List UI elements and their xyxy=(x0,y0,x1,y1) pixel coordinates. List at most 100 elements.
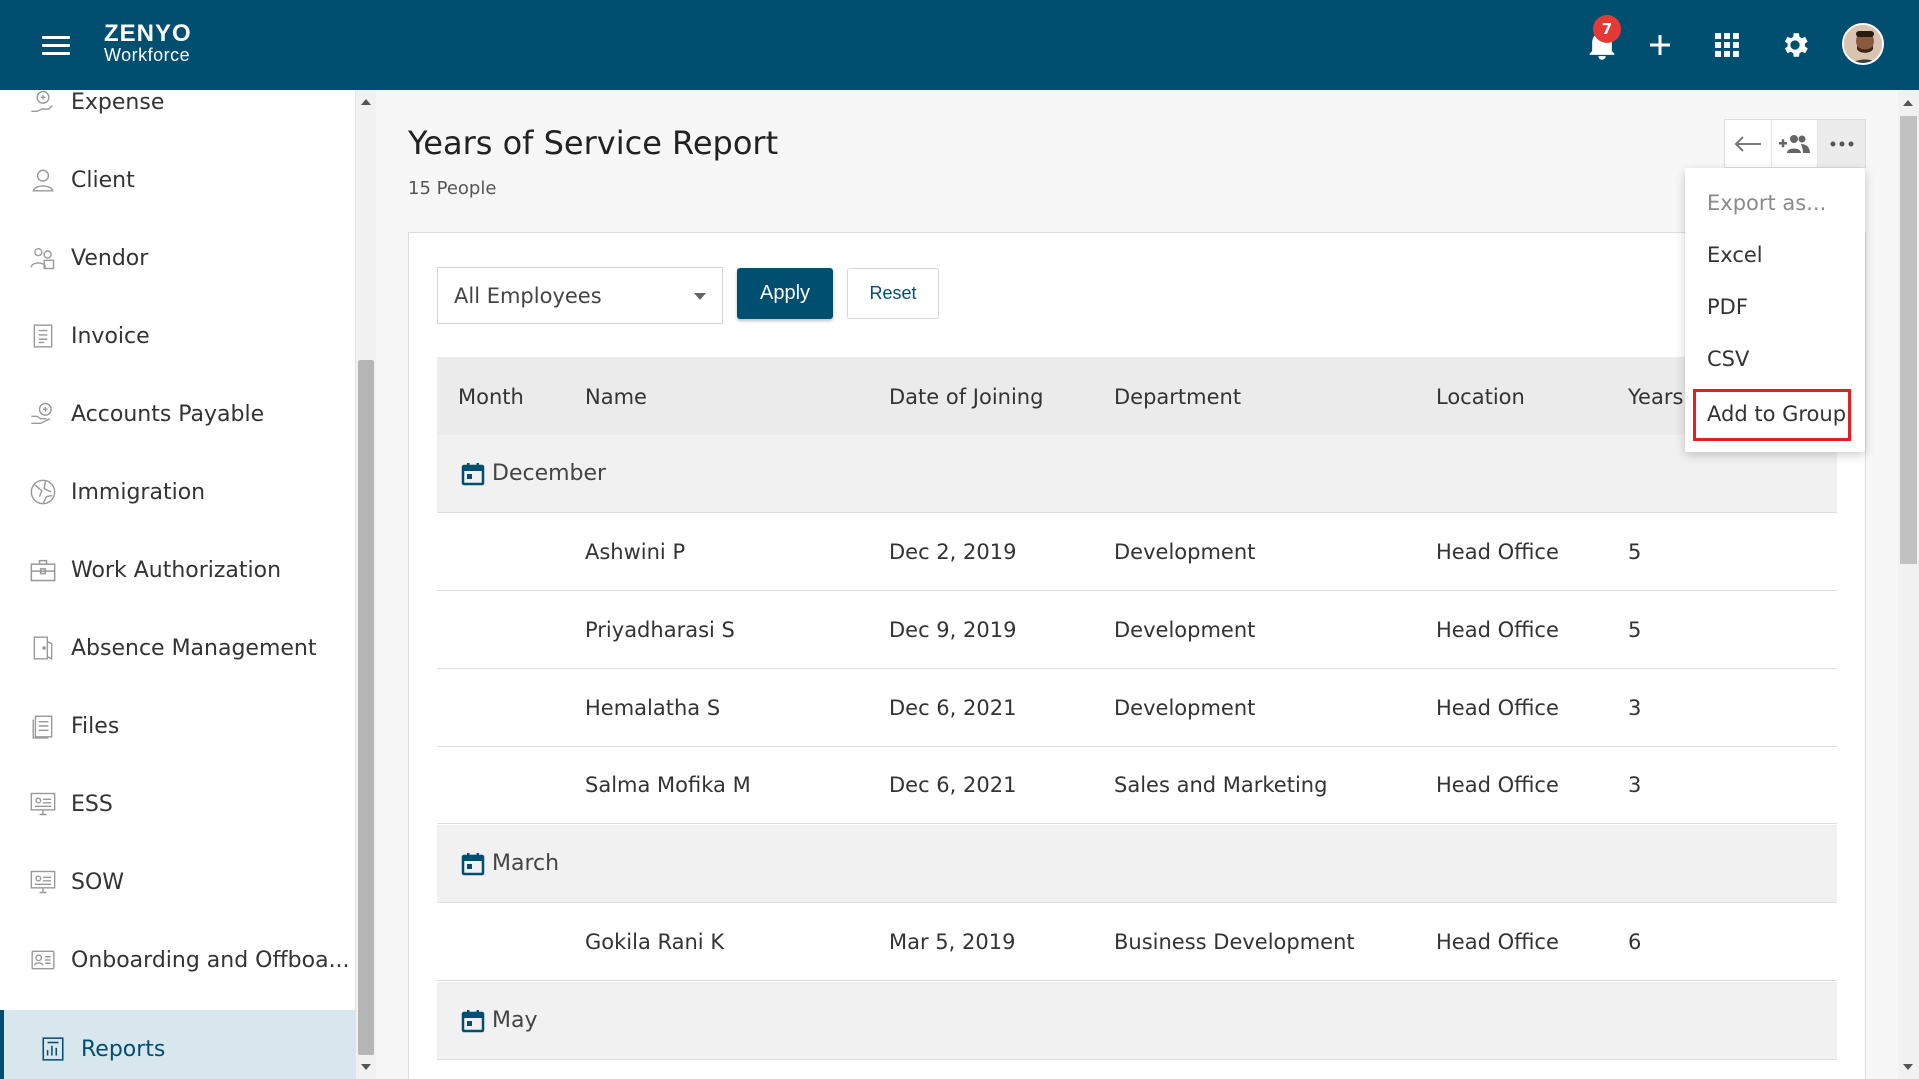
cell-department: Development xyxy=(1114,540,1256,564)
cell-department: Development xyxy=(1114,696,1256,720)
top-navigation-bar xyxy=(0,0,1919,90)
calendar-icon xyxy=(461,463,485,486)
sidebar-item-work-authorization[interactable]: Work Authorization xyxy=(0,531,355,609)
client-icon xyxy=(28,165,58,195)
cell-years: 5 xyxy=(1628,618,1642,642)
sidebar-item-label: Work Authorization xyxy=(71,557,282,583)
cell-date-of-joining: Mar 5, 2019 xyxy=(889,930,1016,954)
apps-grid-icon[interactable] xyxy=(1707,25,1747,65)
export-menu-header-label: Export as... xyxy=(1707,191,1827,215)
cell-location: Head Office xyxy=(1436,773,1559,797)
sidebar-item-onboarding[interactable]: Onboarding and Offboa... xyxy=(0,921,355,999)
month-group-row: March xyxy=(437,825,1837,903)
column-header-date-of-joining[interactable]: Date of Joining xyxy=(889,385,1043,409)
absence-management-icon xyxy=(28,633,58,663)
month-group-label: May xyxy=(492,1008,538,1033)
export-menu-header: Export as... xyxy=(1685,179,1865,229)
add-icon[interactable] xyxy=(1640,25,1680,65)
user-avatar[interactable] xyxy=(1842,23,1884,65)
sidebar-navigation: Expense Client Vendor Invoice Accounts P… xyxy=(0,90,356,1079)
add-to-group-option[interactable]: Add to Group xyxy=(1693,389,1851,441)
sidebar-item-files[interactable]: Files xyxy=(0,687,355,765)
menu-item-label: PDF xyxy=(1707,295,1748,319)
sidebar-item-label: ESS xyxy=(71,791,113,817)
cell-name: Hemalatha S xyxy=(585,696,721,720)
sidebar-scrollbar-thumb[interactable] xyxy=(358,360,374,1055)
sidebar-item-immigration[interactable]: Immigration xyxy=(0,453,355,531)
logo-text-product: Workforce xyxy=(104,45,191,65)
sidebar-item-sow[interactable]: SOW xyxy=(0,843,355,921)
sidebar-item-label: SOW xyxy=(71,869,125,895)
main-scroll-down-icon[interactable] xyxy=(1903,1064,1913,1070)
add-people-icon[interactable] xyxy=(1772,120,1819,167)
sidebar-item-label: Immigration xyxy=(71,479,206,505)
main-scrollbar-thumb[interactable] xyxy=(1900,116,1917,564)
sidebar-item-label: Onboarding and Offboa... xyxy=(71,947,350,973)
cell-name: Ashwini P xyxy=(585,540,686,564)
cell-date-of-joining: Dec 2, 2019 xyxy=(889,540,1017,564)
notification-count-badge: 7 xyxy=(1593,15,1621,43)
menu-item-label: Add to Group xyxy=(1707,402,1847,426)
reports-icon xyxy=(38,1034,68,1064)
month-group-label: December xyxy=(492,461,607,486)
sidebar-item-absence-management[interactable]: Absence Management xyxy=(0,609,355,687)
table-row[interactable]: Hemalatha S Dec 6, 2021 Development Head… xyxy=(437,670,1837,747)
cell-years: 3 xyxy=(1628,696,1642,720)
hamburger-menu-icon[interactable] xyxy=(42,36,70,56)
cell-location: Head Office xyxy=(1436,930,1559,954)
month-group-row: December xyxy=(437,435,1837,513)
export-pdf-option[interactable]: PDF xyxy=(1685,283,1865,333)
ess-icon xyxy=(28,789,58,819)
caret-down-icon xyxy=(694,293,706,300)
sidebar-scroll-up-icon[interactable] xyxy=(361,99,371,105)
sow-icon xyxy=(28,867,58,897)
sidebar-item-label: Invoice xyxy=(71,323,150,349)
cell-date-of-joining: Dec 6, 2021 xyxy=(889,773,1017,797)
more-options-icon[interactable] xyxy=(1818,120,1865,167)
sidebar-item-ess[interactable]: ESS xyxy=(0,765,355,843)
report-action-toolbar xyxy=(1724,119,1866,168)
column-header-month[interactable]: Month xyxy=(458,385,524,409)
invoice-icon xyxy=(28,321,58,351)
employee-filter-select[interactable]: All Employees xyxy=(437,267,723,324)
cell-location: Head Office xyxy=(1436,696,1559,720)
onboarding-icon xyxy=(28,945,58,975)
expense-icon xyxy=(28,90,58,117)
menu-item-label: Excel xyxy=(1707,243,1763,267)
menu-item-label: CSV xyxy=(1707,347,1750,371)
sidebar-item-invoice[interactable]: Invoice xyxy=(0,297,355,375)
sidebar-item-label: Accounts Payable xyxy=(71,401,265,427)
settings-gear-icon[interactable] xyxy=(1775,25,1815,65)
sidebar-item-label: Reports xyxy=(81,1036,166,1062)
sidebar-item-client[interactable]: Client xyxy=(0,141,355,219)
cell-name: Priyadharasi S xyxy=(585,618,735,642)
table-row[interactable]: Ashwini P Dec 2, 2019 Development Head O… xyxy=(437,514,1837,591)
sidebar-scroll-down-icon[interactable] xyxy=(361,1064,371,1070)
export-excel-option[interactable]: Excel xyxy=(1685,231,1865,281)
month-group-label: March xyxy=(492,851,560,876)
export-csv-option[interactable]: CSV xyxy=(1685,335,1865,385)
page-title: Years of Service Report xyxy=(408,124,779,162)
cell-name: Gokila Rani K xyxy=(585,930,725,954)
sidebar-item-reports[interactable]: Reports xyxy=(0,1010,355,1079)
column-header-years[interactable]: Years xyxy=(1628,385,1683,409)
cell-years: 3 xyxy=(1628,773,1642,797)
reset-button[interactable]: Reset xyxy=(847,268,939,319)
sidebar-item-vendor[interactable]: Vendor xyxy=(0,219,355,297)
cell-years: 5 xyxy=(1628,540,1642,564)
column-header-location[interactable]: Location xyxy=(1436,385,1525,409)
table-row[interactable]: Salma Mofika M Dec 6, 2021 Sales and Mar… xyxy=(437,747,1837,824)
cell-department: Sales and Marketing xyxy=(1114,773,1328,797)
people-count: 15 People xyxy=(408,178,497,199)
table-row[interactable]: Gokila Rani K Mar 5, 2019 Business Devel… xyxy=(437,904,1837,981)
sidebar-item-expense[interactable]: Expense xyxy=(0,90,355,141)
app-logo[interactable]: ZENYO Workforce xyxy=(104,22,192,65)
files-icon xyxy=(28,711,58,741)
table-row[interactable]: Priyadharasi S Dec 9, 2019 Development H… xyxy=(437,592,1837,669)
column-header-department[interactable]: Department xyxy=(1114,385,1241,409)
column-header-name[interactable]: Name xyxy=(585,385,647,409)
sidebar-item-accounts-payable[interactable]: Accounts Payable xyxy=(0,375,355,453)
apply-button[interactable]: Apply xyxy=(737,268,833,319)
main-scroll-up-icon[interactable] xyxy=(1903,100,1913,106)
back-arrow-icon[interactable] xyxy=(1725,120,1772,167)
